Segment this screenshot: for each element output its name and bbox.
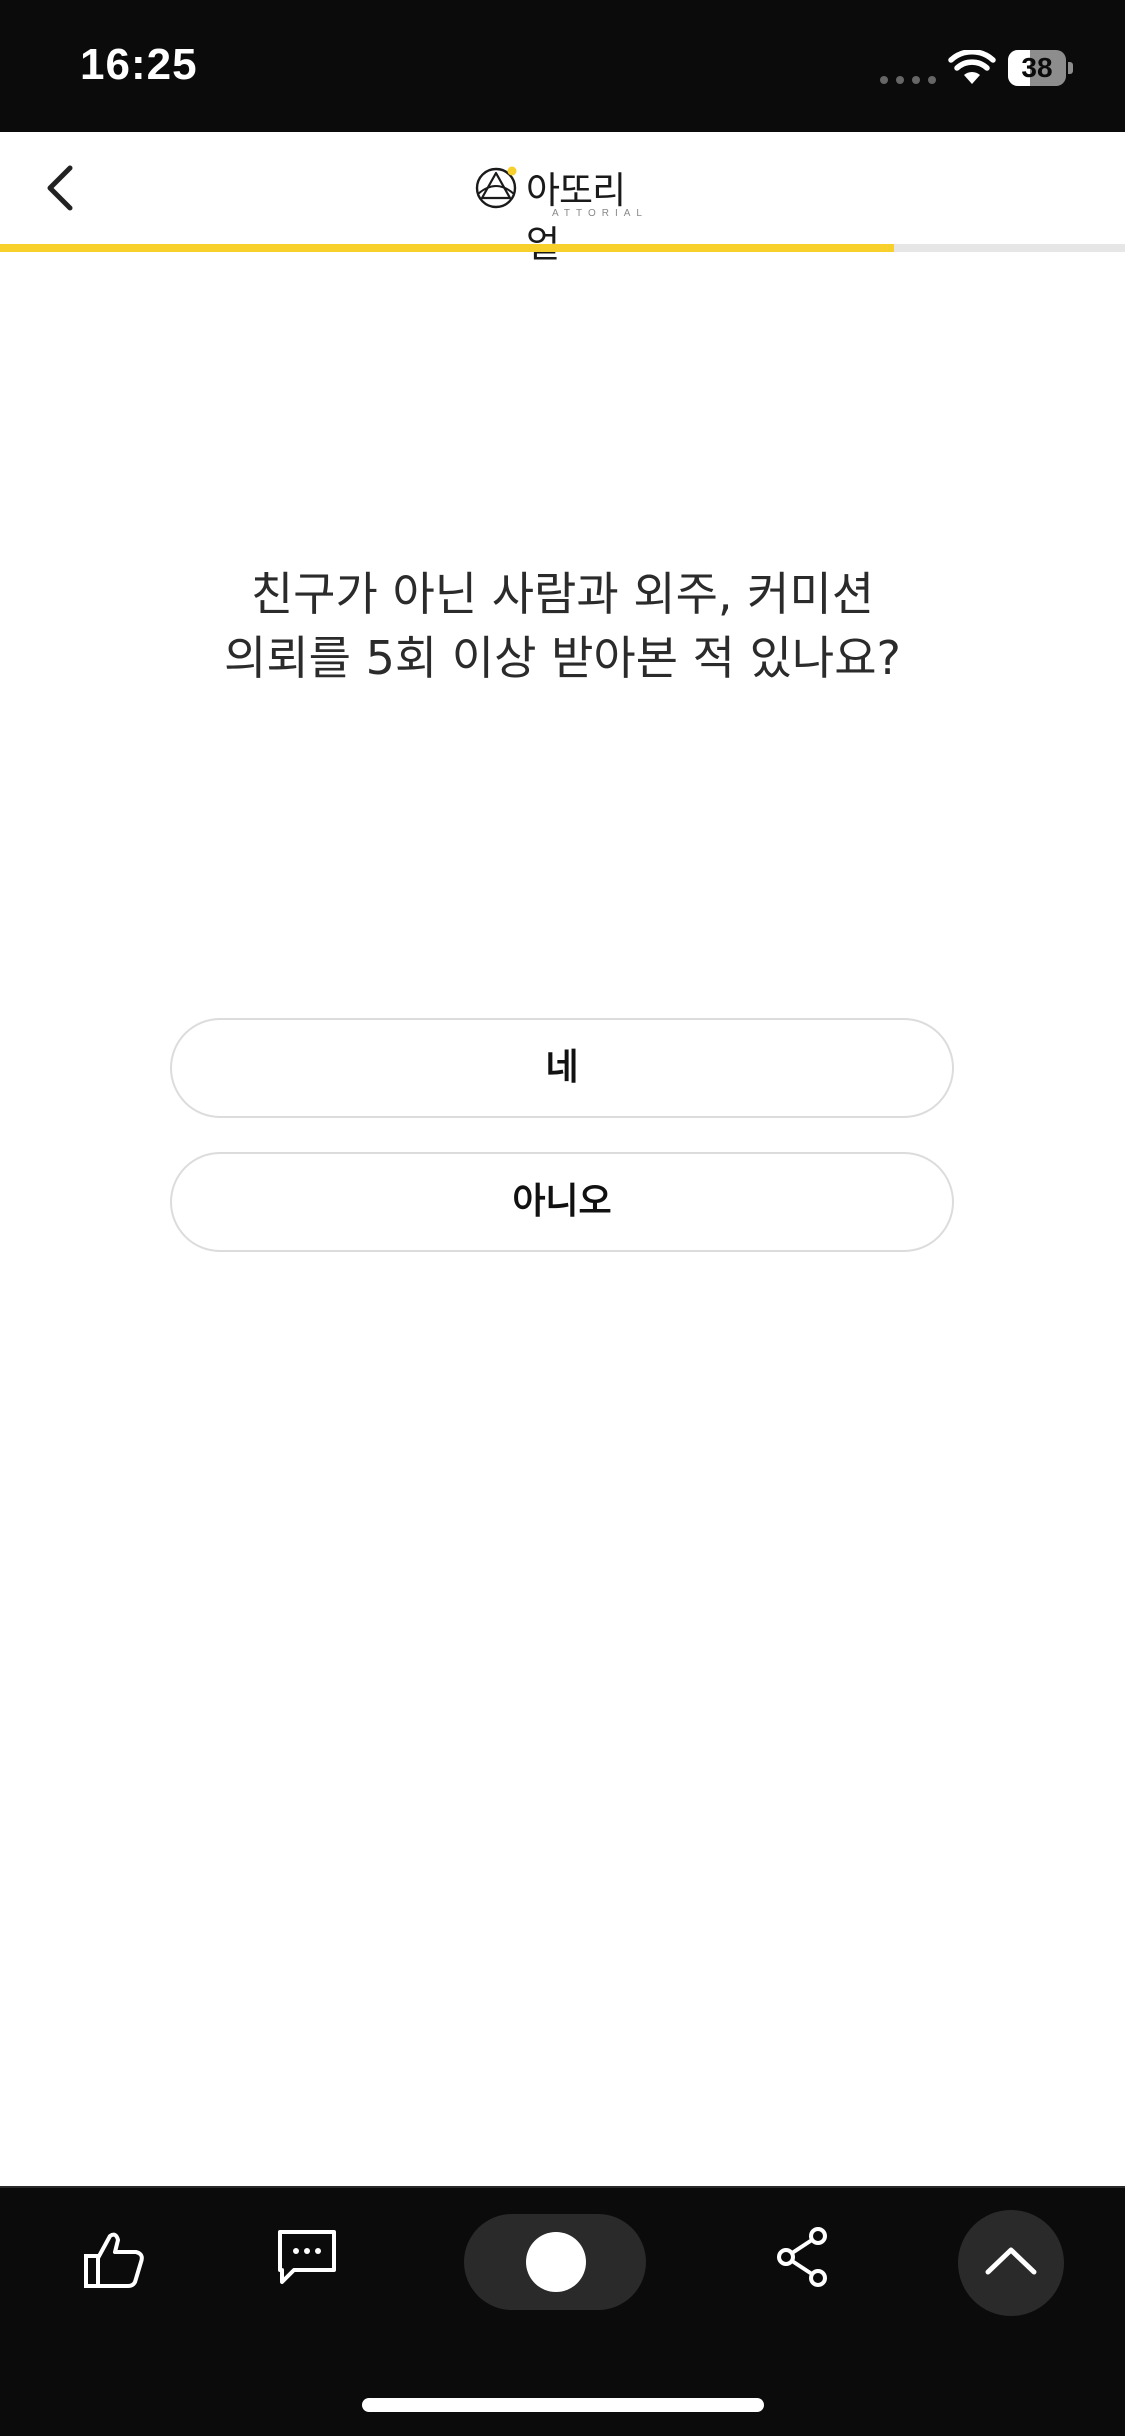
answer-no-button[interactable]: 아니오 [170, 1152, 954, 1252]
share-button[interactable] [770, 2222, 834, 2292]
answer-yes-button[interactable]: 네 [170, 1018, 954, 1118]
toggle-button[interactable] [464, 2214, 646, 2310]
logo-subtext: ATTORIAL [552, 208, 648, 219]
question-text: 친구가 아닌 사람과 외주, 커미션 의뢰를 5회 이상 받아본 적 있나요? [80, 562, 1045, 690]
share-icon [777, 2227, 827, 2287]
progress-fill [0, 244, 895, 252]
thumbs-up-icon [84, 2232, 144, 2288]
chevron-up-icon [985, 2247, 1037, 2275]
scroll-top-button[interactable] [958, 2210, 1064, 2316]
status-bar: 16:25 38 [0, 0, 1125, 132]
app-header: 아또리얼 ATTORIAL [0, 132, 1125, 266]
toggle-icon [526, 2232, 586, 2292]
battery-icon: 38 [1008, 50, 1073, 86]
status-time: 16:25 [80, 40, 198, 89]
home-indicator[interactable] [362, 2398, 764, 2412]
logo-mark-icon [475, 166, 517, 209]
signal-dots-icon [880, 76, 936, 84]
app-logo: 아또리얼 ATTORIAL [474, 158, 654, 266]
question-line-2: 의뢰를 5회 이상 받아본 적 있나요? [224, 631, 901, 685]
comment-button[interactable] [272, 2222, 342, 2292]
like-button[interactable] [78, 2224, 150, 2296]
wifi-icon [948, 50, 996, 84]
battery-level: 38 [1021, 52, 1053, 83]
chevron-left-icon [47, 165, 73, 211]
back-button[interactable] [34, 152, 90, 222]
question-line-1: 친구가 아닌 사람과 외주, 커미션 [250, 567, 875, 621]
progress-bar [0, 244, 1125, 252]
comment-icon [278, 2230, 336, 2284]
